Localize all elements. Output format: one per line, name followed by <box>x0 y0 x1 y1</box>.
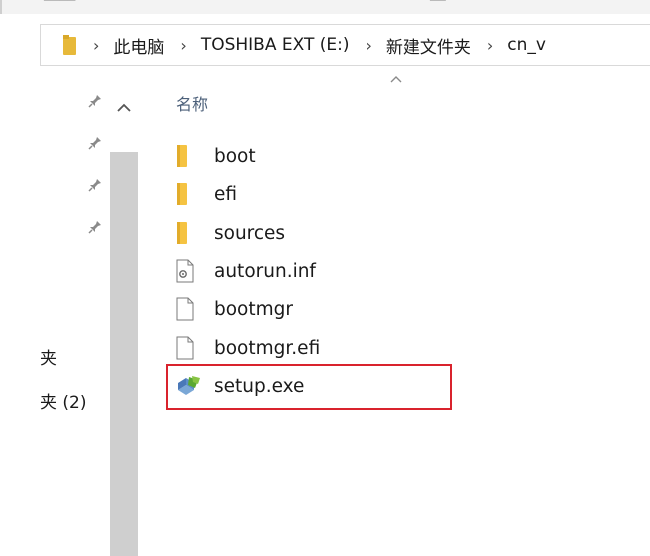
pin-icon[interactable] <box>88 136 102 150</box>
breadcrumb: › 此电脑 › TOSHIBA EXT (E:) › 新建文件夹 › cn_v <box>93 25 562 65</box>
pin-icon[interactable] <box>88 178 102 192</box>
folder-icon <box>176 181 202 207</box>
ribbon-cut-text: ━━ <box>430 0 446 8</box>
chevron-right-icon[interactable]: › <box>180 36 186 55</box>
address-bar[interactable]: › 此电脑 › TOSHIBA EXT (E:) › 新建文件夹 › cn_v <box>40 24 650 66</box>
file-icon <box>176 296 202 322</box>
file-icon <box>176 335 202 361</box>
file-name: bootmgr <box>214 298 294 320</box>
nav-item-partial[interactable]: 夹 (2) <box>40 388 86 413</box>
chevron-right-icon[interactable]: › <box>487 36 493 55</box>
chevron-right-icon[interactable]: › <box>365 36 371 55</box>
file-row-boot[interactable]: boot <box>176 140 436 172</box>
ribbon-strip: ━━━━ ━━ <box>0 0 650 14</box>
folder-icon <box>63 35 76 55</box>
ribbon-cut-button[interactable] <box>0 0 2 14</box>
file-name: sources <box>214 222 286 244</box>
file-name: autorun.inf <box>214 260 316 282</box>
chevron-right-icon[interactable]: › <box>93 36 99 55</box>
breadcrumb-item[interactable]: 新建文件夹 <box>386 33 471 58</box>
breadcrumb-item[interactable]: 此电脑 <box>113 33 164 58</box>
chevron-up-icon <box>117 103 131 112</box>
column-header-name[interactable]: 名称 <box>176 91 208 115</box>
folder-icon <box>176 143 202 169</box>
file-row-sources[interactable]: sources <box>176 217 436 249</box>
breadcrumb-item[interactable]: cn_v <box>507 35 546 55</box>
file-row-autorun[interactable]: autorun.inf <box>176 255 436 287</box>
nav-item-partial[interactable]: 夹 <box>40 344 57 369</box>
file-row-efi[interactable]: efi <box>176 178 436 210</box>
scroll-up-button[interactable] <box>112 84 136 132</box>
file-row-bootmgr[interactable]: bootmgr <box>176 293 436 325</box>
file-row-bootmgr-efi[interactable]: bootmgr.efi <box>176 332 436 364</box>
folder-icon <box>176 220 202 246</box>
pin-icon[interactable] <box>88 94 102 108</box>
ribbon-cut-text: ━━━━ <box>44 0 76 8</box>
breadcrumb-item[interactable]: TOSHIBA EXT (E:) <box>201 35 350 55</box>
file-name: bootmgr.efi <box>214 337 321 359</box>
highlight-annotation <box>166 364 452 410</box>
nav-scrollbar[interactable] <box>110 152 138 556</box>
file-name: boot <box>214 145 256 167</box>
settings-file-icon <box>176 258 202 284</box>
sort-ascending-icon <box>390 76 402 83</box>
pin-icon[interactable] <box>88 220 102 234</box>
file-name: efi <box>214 183 238 205</box>
navigation-pane: 夹 夹 (2) <box>0 66 140 556</box>
